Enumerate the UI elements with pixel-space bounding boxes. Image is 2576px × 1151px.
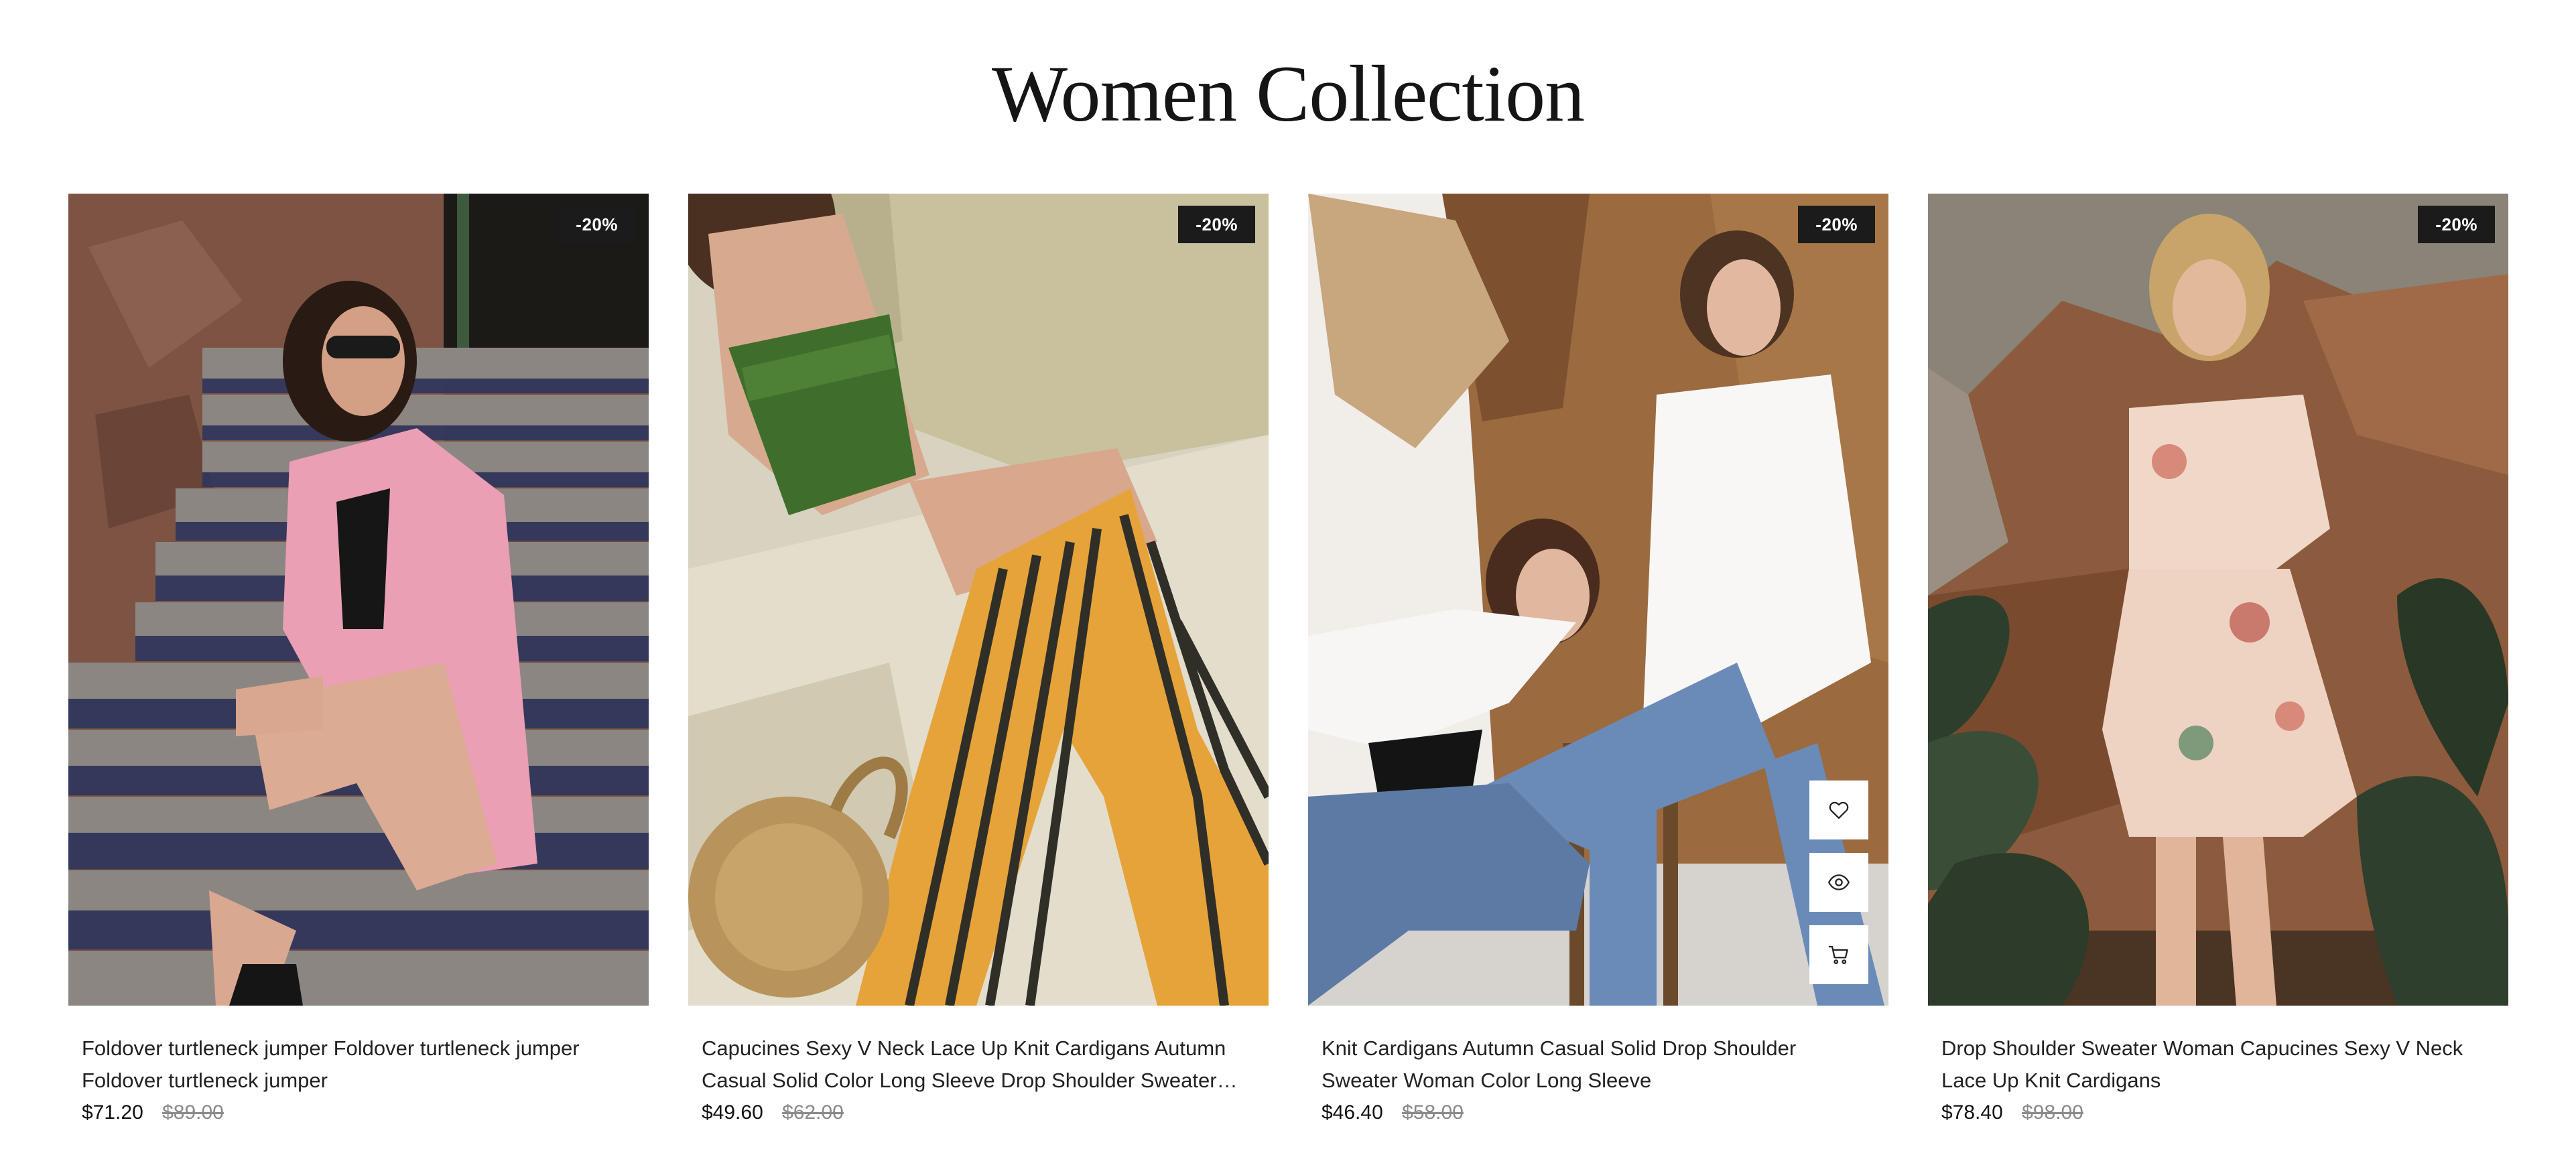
price-row: $46.40 $58.00 [1322, 1098, 1875, 1128]
product-grid: -20% Foldover turtleneck jumper Foldover… [68, 194, 2508, 1145]
two-women-white-shirts-photo [1308, 194, 1888, 1006]
product-title[interactable]: Foldover turtleneck jumper Foldover turt… [82, 1032, 635, 1097]
product-card: -20% Capucines Sexy V Neck Lace Up Knit … [688, 194, 1269, 1145]
product-actions [1809, 781, 1868, 998]
original-price: $58.00 [1402, 1101, 1464, 1124]
eye-icon [1827, 874, 1850, 890]
heart-icon [1829, 801, 1849, 819]
discount-badge: -20% [1798, 206, 1875, 243]
section-title: Women Collection [991, 49, 1585, 138]
original-price: $89.00 [162, 1101, 224, 1124]
sale-price: $49.60 [702, 1101, 763, 1124]
product-card: -20% Knit Cardigans Autumn Casual Solid … [1308, 194, 1888, 1145]
original-price: $98.00 [2022, 1101, 2083, 1124]
wishlist-button[interactable] [1809, 781, 1868, 839]
product-card: -20% Foldover turtleneck jumper Foldover… [68, 194, 649, 1145]
cart-icon [1828, 945, 1848, 965]
original-price: $62.00 [782, 1101, 844, 1124]
product-info: Drop Shoulder Sweater Woman Capucines Se… [1941, 1032, 2495, 1128]
product-info: Foldover turtleneck jumper Foldover turt… [82, 1032, 635, 1128]
product-title[interactable]: Knit Cardigans Autumn Casual Solid Drop … [1322, 1032, 1875, 1097]
product-info: Knit Cardigans Autumn Casual Solid Drop … [1322, 1032, 1875, 1128]
price-row: $78.40 $98.00 [1941, 1098, 2495, 1128]
woman-pink-blazer-photo [68, 194, 649, 1006]
product-title[interactable]: Capucines Sexy V Neck Lace Up Knit Cardi… [702, 1032, 1255, 1097]
product-title[interactable]: Drop Shoulder Sweater Woman Capucines Se… [1941, 1032, 2495, 1097]
discount-badge: -20% [2418, 206, 2495, 243]
price-row: $71.20 $89.00 [82, 1098, 635, 1128]
woman-striped-pants-photo [688, 194, 1269, 1006]
discount-badge: -20% [1178, 206, 1255, 243]
product-info: Capucines Sexy V Neck Lace Up Knit Cardi… [702, 1032, 1255, 1128]
product-image[interactable]: -20% [1308, 194, 1888, 1006]
discount-badge: -20% [558, 206, 635, 243]
woman-floral-dress-photo [1928, 194, 2508, 1006]
product-image[interactable]: -20% [688, 194, 1269, 1006]
product-image[interactable]: -20% [1928, 194, 2508, 1006]
sale-price: $71.20 [82, 1101, 143, 1124]
quick-view-button[interactable] [1809, 853, 1868, 912]
product-card: -20% Drop Shoulder Sweater Woman Capucin… [1928, 194, 2508, 1145]
sale-price: $46.40 [1322, 1101, 1383, 1124]
price-row: $49.60 $62.00 [702, 1098, 1255, 1128]
add-to-cart-button[interactable] [1809, 925, 1868, 984]
sale-price: $78.40 [1941, 1101, 2003, 1124]
product-image[interactable]: -20% [68, 194, 649, 1006]
